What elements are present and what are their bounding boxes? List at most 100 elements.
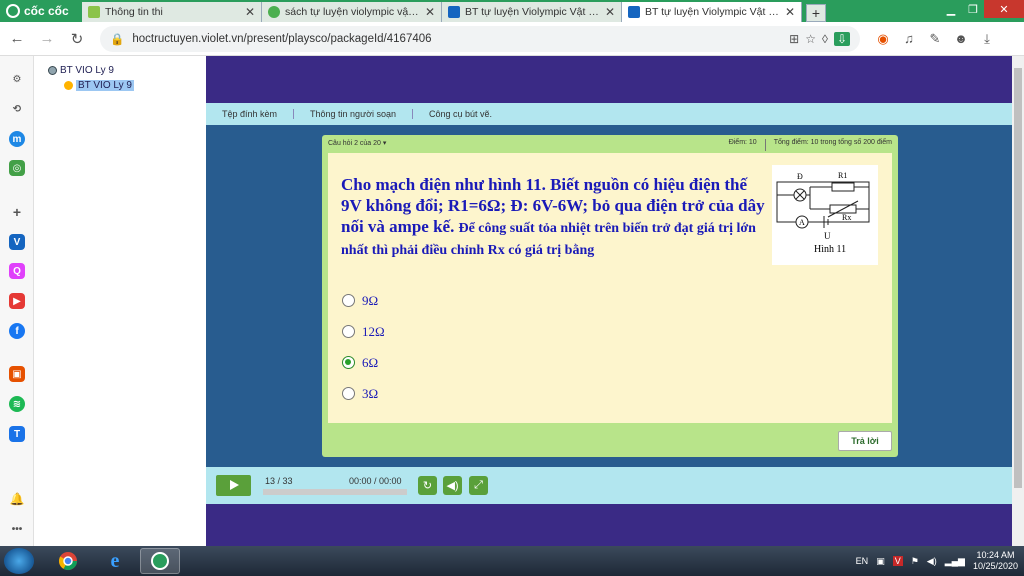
music-icon[interactable]: ♫ (900, 31, 918, 46)
option-4[interactable]: 3Ω (342, 378, 385, 409)
history-icon[interactable]: ⟲ (9, 101, 25, 117)
option-2[interactable]: 12Ω (342, 316, 385, 347)
answer-options: 9Ω 12Ω 6Ω 3Ω (342, 285, 385, 409)
lesson-tree: BT VIO Ly 9 BT VIO Ly 9 (34, 56, 206, 546)
radio-button[interactable] (342, 325, 355, 338)
chrome-taskbar-icon[interactable] (48, 548, 88, 574)
back-arrow-icon[interactable]: ← (4, 26, 30, 52)
translate-icon[interactable]: ⊞ (789, 32, 799, 46)
timecode: 00:00 / 00:00 (349, 476, 402, 486)
tree-root[interactable]: BT VIO Ly 9 (48, 65, 114, 76)
question-header: Câu hỏi 2 của 20 ▾ Điểm: 10 Tổng điểm: 1… (328, 139, 892, 151)
tray-v-icon[interactable]: V (892, 556, 903, 566)
circuit-figure: Đ R1 Rx A U Hình 11 (772, 165, 878, 265)
settings-gear-icon[interactable]: ⚙ (9, 71, 25, 87)
tree-root-label: BT VIO Ly 9 (60, 65, 114, 76)
question-text: Cho mạch điện như hình 11. Biết nguồn có… (341, 174, 766, 260)
close-icon[interactable]: ✕ (245, 5, 255, 19)
tiki-icon[interactable]: T (9, 426, 25, 442)
option-3[interactable]: 6Ω (342, 347, 385, 378)
tree-child[interactable]: BT VIO Ly 9 (64, 80, 134, 91)
question-score: Điểm: 10 (728, 139, 757, 146)
player-controls: 13 / 33 00:00 / 00:00 ↻ ◀) ⤢ (206, 467, 1012, 504)
violet-icon[interactable]: V (9, 234, 25, 250)
pen-tool-link[interactable]: Công cụ bút vẽ. (413, 109, 508, 119)
new-tab-button[interactable]: + (806, 4, 826, 22)
q-icon[interactable]: Q (9, 263, 25, 279)
extension-icon[interactable]: ◉ (874, 31, 892, 47)
start-button[interactable] (4, 548, 34, 574)
radio-button[interactable] (342, 387, 355, 400)
option-label: 12Ω (362, 323, 385, 339)
windows-taskbar: e EN ▣ V ⚑ ◀) ▂▄▆ 10:24 AM 10/25/2020 (0, 546, 1024, 576)
tab-label: sách tự luyện violympic vật lý (285, 6, 420, 18)
network-icon[interactable]: ▂▄▆ (945, 556, 965, 567)
shopping-icon[interactable]: ▣ (9, 366, 25, 382)
slide-stage: Câu hỏi 2 của 20 ▾ Điểm: 10 Tổng điểm: 1… (206, 125, 1012, 467)
tab-4-active[interactable]: BT tự luyện Violympic Vật lý 9 ✕ (622, 2, 802, 22)
player-footer (206, 504, 1012, 546)
violet-icon (448, 6, 460, 18)
radio-button[interactable] (342, 294, 355, 307)
replay-icon[interactable]: ↻ (418, 476, 437, 495)
spotify-icon[interactable]: ≋ (9, 396, 25, 412)
avatar[interactable]: ☻ (952, 31, 970, 46)
minimize-icon[interactable]: ▁ (940, 0, 962, 18)
option-label: 9Ω (362, 292, 379, 308)
source-label: U (824, 231, 831, 241)
youtube-icon[interactable]: ▶ (9, 293, 25, 309)
forward-arrow-icon[interactable]: → (34, 26, 60, 52)
ie-icon: e (110, 549, 120, 572)
browser-brand[interactable]: cốc cốc (0, 0, 82, 22)
attachments-link[interactable]: Tệp đính kèm (206, 109, 295, 119)
question-counter[interactable]: Câu hỏi 2 của 20 ▾ (328, 139, 729, 151)
url-text: hoctructuyen.violet.vn/present/playsco/p… (132, 32, 432, 45)
ie-taskbar-icon[interactable]: e (95, 548, 135, 574)
menu-download-icon[interactable]: ⤓ (978, 31, 996, 47)
facebook-icon[interactable]: f (9, 323, 25, 339)
radio-button-selected[interactable] (342, 356, 355, 369)
tab-1[interactable]: Thông tin thi ✕ (82, 2, 262, 22)
fullscreen-icon[interactable]: ⤢ (469, 476, 488, 495)
bookmark-star-icon[interactable]: ☆ (805, 32, 816, 46)
play-button[interactable] (216, 475, 251, 496)
progress-bar[interactable] (263, 489, 407, 495)
circuit-diagram: Đ R1 Rx A U Hình 11 (776, 171, 870, 255)
system-tray: EN ▣ V ⚑ ◀) ▂▄▆ 10:24 AM 10/25/2020 (856, 546, 1018, 576)
coccoc-taskbar-icon[interactable] (140, 548, 180, 574)
page-scrollbar[interactable] (1012, 56, 1024, 546)
close-icon[interactable]: ✕ (785, 5, 795, 19)
game-icon[interactable]: ◎ (9, 160, 25, 176)
tray-app-icon[interactable]: ▣ (876, 556, 885, 567)
speaker-icon[interactable]: ◀) (927, 556, 937, 567)
slide-counter: 13 / 33 (265, 476, 293, 486)
window-close-icon[interactable]: ✕ (984, 0, 1024, 18)
clock[interactable]: 10:24 AM 10/25/2020 (973, 550, 1018, 572)
more-icon[interactable]: ••• (9, 521, 25, 537)
option-1[interactable]: 9Ω (342, 285, 385, 316)
volume-icon[interactable]: ◀) (443, 476, 462, 495)
shield-icon[interactable]: ◊ (822, 32, 828, 46)
url-input[interactable]: 🔒 hoctructuyen.violet.vn/present/playsco… (100, 25, 860, 52)
reload-icon[interactable]: ↻ (64, 26, 90, 52)
tab-2[interactable]: sách tự luyện violympic vật lý ✕ (262, 2, 442, 22)
close-icon[interactable]: ✕ (425, 5, 435, 19)
tab-label: BT tự luyện Violympic Vật lý 9 (645, 6, 780, 18)
restore-icon[interactable]: ❐ (962, 0, 984, 18)
tab-3[interactable]: BT tự luyện Violympic Vật lý 9 ✕ (442, 2, 622, 22)
player-toolbar: Tệp đính kèm Thông tin người soạn Công c… (206, 103, 1012, 125)
messenger-icon[interactable]: m (9, 131, 25, 147)
language-indicator[interactable]: EN (856, 556, 869, 566)
clock-date: 10/25/2020 (972, 561, 1018, 571)
submit-answer-button[interactable]: Trả lời (838, 431, 892, 451)
bell-icon[interactable]: 🔔 (9, 491, 25, 507)
add-icon[interactable]: + (9, 204, 25, 220)
clock-time: 10:24 AM (976, 550, 1015, 560)
scrollbar-thumb[interactable] (1014, 68, 1022, 488)
flag-icon[interactable]: ⚑ (911, 556, 919, 567)
close-icon[interactable]: ✕ (605, 5, 615, 19)
author-info-link[interactable]: Thông tin người soạn (294, 109, 414, 119)
puzzle-icon[interactable]: ✎ (926, 31, 944, 47)
tree-child-label: BT VIO Ly 9 (76, 80, 134, 91)
download-icon[interactable]: ⇩ (833, 31, 850, 46)
